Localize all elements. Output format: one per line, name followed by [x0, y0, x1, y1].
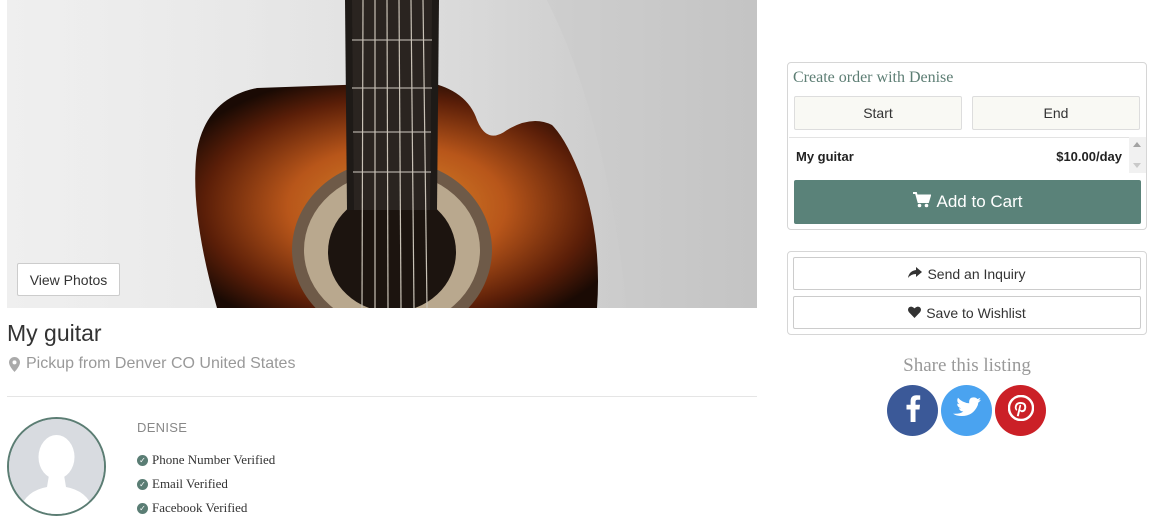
order-item-row: My guitar $10.00/day [789, 137, 1129, 173]
share-arrow-icon [908, 266, 923, 282]
order-scrollbar[interactable] [1129, 137, 1146, 173]
twitter-icon [952, 396, 981, 425]
share-label: Share this listing [903, 355, 1031, 376]
add-to-cart-label: Add to Cart [936, 192, 1023, 211]
check-circle-icon: ✓ [137, 478, 148, 490]
order-item-price: $10.00/day [1056, 149, 1122, 164]
verification-phone: ✓ Phone Number Verified [137, 452, 275, 468]
listing-photo[interactable]: View Photos [7, 0, 757, 308]
heart-icon [908, 305, 922, 321]
user-silhouette-icon [9, 419, 104, 514]
listing-title: My guitar [7, 320, 102, 346]
guitar-image [7, 0, 757, 308]
scroll-up-icon[interactable] [1133, 142, 1141, 147]
cart-icon [912, 191, 931, 213]
pinterest-icon [1007, 394, 1034, 426]
facebook-share-button[interactable] [887, 385, 938, 436]
save-wishlist-button[interactable]: Save to Wishlist [793, 296, 1141, 329]
scroll-down-icon[interactable] [1133, 163, 1141, 168]
send-inquiry-button[interactable]: Send an Inquiry [793, 257, 1141, 290]
listing-location: Pickup from Denver CO United States [9, 355, 295, 373]
pinterest-share-button[interactable] [995, 385, 1046, 436]
avatar[interactable] [7, 417, 106, 516]
twitter-share-button[interactable] [941, 385, 992, 436]
verification-facebook: ✓ Facebook Verified [137, 500, 247, 516]
check-circle-icon: ✓ [137, 454, 148, 466]
owner-name[interactable]: DENISE [137, 420, 187, 435]
end-date-button[interactable]: End [972, 96, 1140, 130]
order-panel: Create order with Denise Start End My gu… [787, 62, 1147, 230]
facebook-icon [905, 394, 921, 427]
map-marker-icon [9, 356, 20, 372]
add-to-cart-button[interactable]: Add to Cart [794, 180, 1141, 224]
start-date-button[interactable]: Start [794, 96, 962, 130]
verification-email: ✓ Email Verified [137, 476, 228, 492]
divider [7, 396, 757, 397]
check-circle-icon: ✓ [137, 502, 148, 514]
order-item-name: My guitar [796, 149, 854, 164]
view-photos-button[interactable]: View Photos [17, 263, 120, 296]
action-panel: Send an Inquiry Save to Wishlist [787, 251, 1147, 335]
order-title: Create order with Denise [793, 69, 954, 86]
location-text: Pickup from Denver CO United States [26, 355, 296, 372]
